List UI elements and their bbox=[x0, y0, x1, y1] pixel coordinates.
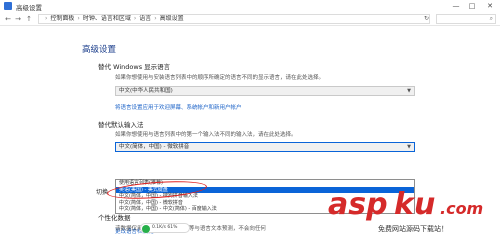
apply-language-settings-link[interactable]: 将语言设置应用于欢迎屏幕、系统帐户和新用户帐户 bbox=[115, 103, 242, 111]
speed-percent: 61% bbox=[167, 225, 178, 230]
breadcrumb-item[interactable]: 语言 bbox=[139, 15, 151, 22]
refresh-icon[interactable]: ↻ bbox=[424, 15, 429, 22]
maximize-button[interactable]: □ bbox=[464, 0, 480, 12]
personalization-heading: 个性化数据 bbox=[98, 214, 131, 222]
personalization-description: 该数据仅用于 IME 的语言表达等与语言文本预测，不会向任何 bbox=[115, 226, 266, 232]
display-language-description: 如果你想使用与安装语言列表中的顺序所确定的语言不同的显示语言，请在此处选择。 bbox=[115, 75, 325, 81]
control-panel-icon bbox=[4, 2, 12, 10]
close-button[interactable]: ✕ bbox=[482, 0, 498, 12]
back-button[interactable]: ← bbox=[3, 14, 13, 24]
breadcrumb-item[interactable]: 控制面板 bbox=[50, 15, 74, 22]
network-speed-widget[interactable]: 0.1K/s 61% bbox=[140, 223, 190, 233]
svg-text:.com: .com bbox=[440, 199, 483, 218]
default-input-description: 如果你想使用与语言列表中的第一个输入法不同的输入法，请在此处选择。 bbox=[115, 132, 297, 138]
display-language-heading: 替代 Windows 显示语言 bbox=[98, 63, 171, 71]
title-bar: 高级设置 — □ ✕ bbox=[0, 0, 500, 12]
address-bar: ← → ↑ › 控制面板 › 时钟、语言和区域 › 语言 › 高级设置 ↻ ⌕ bbox=[0, 12, 500, 26]
chevron-down-icon: ▼ bbox=[407, 144, 411, 150]
svg-text:ku: ku bbox=[394, 187, 435, 222]
switch-input-label: 切换 bbox=[96, 189, 109, 196]
minimize-button[interactable]: — bbox=[448, 0, 464, 12]
breadcrumb-separator: › bbox=[133, 15, 137, 22]
speed-percent-icon bbox=[142, 225, 150, 233]
chevron-down-icon: ▼ bbox=[407, 88, 411, 94]
window-title: 高级设置 bbox=[16, 4, 42, 12]
search-icon: ⌕ bbox=[489, 15, 493, 22]
svg-text:asp: asp bbox=[328, 187, 388, 222]
breadcrumb-item[interactable]: 高级设置 bbox=[160, 15, 184, 22]
default-input-select[interactable]: 中文(简体，中国) - 微软拼音 ▼ bbox=[115, 142, 415, 152]
watermark-subtitle: 免费网站源码下载站！ bbox=[378, 225, 448, 233]
aspku-watermark-logo: asp ku .com bbox=[328, 187, 483, 222]
display-language-value: 中文(中华人民共和国) bbox=[119, 88, 173, 94]
display-language-select[interactable]: 中文(中华人民共和国) ▼ bbox=[115, 86, 415, 96]
speed-upload: 0.1K/s bbox=[152, 225, 166, 230]
breadcrumb-item[interactable]: 时钟、语言和区域 bbox=[83, 15, 131, 22]
search-input[interactable]: ⌕ bbox=[436, 14, 496, 24]
breadcrumb-separator: › bbox=[77, 15, 80, 22]
default-input-heading: 替代默认输入法 bbox=[98, 121, 144, 129]
forward-button[interactable]: → bbox=[13, 14, 23, 24]
breadcrumb-separator: › bbox=[154, 15, 157, 22]
up-button[interactable]: ↑ bbox=[24, 14, 34, 24]
breadcrumb[interactable]: › 控制面板 › 时钟、语言和区域 › 语言 › 高级设置 bbox=[38, 14, 430, 24]
default-input-value: 中文(简体，中国) - 微软拼音 bbox=[119, 144, 190, 150]
page-title: 高级设置 bbox=[82, 45, 117, 55]
